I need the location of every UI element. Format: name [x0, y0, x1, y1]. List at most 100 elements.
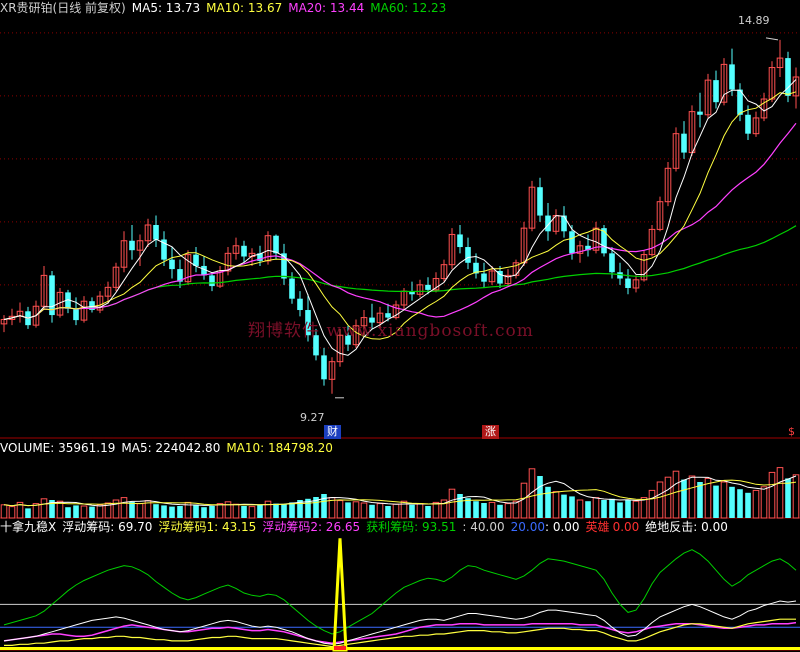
- volume-bar-down: [169, 506, 175, 518]
- volume-bar-down: [209, 506, 215, 518]
- candle-body-down: [569, 231, 575, 254]
- candle-body-down: [153, 225, 159, 240]
- volume-bar-down: [785, 478, 791, 518]
- volume-bar-up: [136, 503, 144, 519]
- rise-marker[interactable]: 涨: [482, 425, 499, 439]
- hero-label: 英雄: [585, 520, 610, 534]
- volume-bar-up: [520, 482, 528, 519]
- volume-bar-down: [129, 501, 135, 518]
- candle-body-down: [561, 215, 567, 232]
- candle-body-down: [697, 111, 703, 115]
- volume-bar-down: [481, 503, 487, 518]
- candle-body-down: [73, 308, 79, 321]
- volume-bar-up: [0, 504, 8, 519]
- ma10-value: MA10: 13.67: [206, 1, 283, 15]
- candle-body-down: [425, 284, 431, 290]
- volume-bar-up: [352, 501, 360, 519]
- volume-bar-up: [216, 503, 224, 519]
- candle-body-down: [713, 80, 719, 103]
- ma5-line: [3, 79, 797, 356]
- volume-bar-up: [120, 497, 128, 519]
- volume-bar-up: [336, 500, 344, 519]
- candle-body-down: [321, 355, 327, 380]
- volume-bar-down: [65, 507, 71, 518]
- volume-bar-up: [752, 489, 760, 519]
- indicator-name: 十拿九稳X: [0, 520, 57, 534]
- volume-bar-up: [112, 499, 120, 519]
- volume-bar-up: [776, 467, 784, 519]
- level-40-value: : 40.00: [462, 520, 505, 534]
- volume-bar-up: [232, 503, 240, 519]
- stock-title: XR贵研铂(日线 前复权): [0, 1, 126, 15]
- volume-value: VOLUME: 35961.19: [0, 441, 116, 455]
- candle-body-down: [625, 278, 631, 288]
- spike-signal: [332, 538, 348, 652]
- hero-value: 0.00: [612, 520, 640, 534]
- volume-bar-down: [737, 489, 743, 518]
- level-20-label: 20.00: [510, 520, 545, 534]
- volume-bar-down: [537, 476, 543, 518]
- candle-body-down: [465, 247, 471, 263]
- volume-bar-up: [720, 481, 728, 519]
- volume-bar-up: [264, 500, 272, 519]
- volume-bar-up: [552, 491, 560, 519]
- volume-bar-up: [416, 503, 424, 519]
- low-price-label: 9.27: [300, 411, 325, 424]
- candle-body-down: [241, 245, 247, 257]
- volume-bar-up: [432, 501, 440, 519]
- volume-bar-down: [385, 506, 391, 518]
- volume-bar-up: [504, 503, 512, 519]
- baseline-band: [0, 647, 800, 650]
- volume-bar-down: [281, 504, 287, 518]
- volume-bar-down: [289, 502, 295, 518]
- candle-body-down: [193, 254, 199, 266]
- floating-chips: 浮动筹码: 69.70: [62, 520, 153, 534]
- candle-body-down: [745, 114, 751, 134]
- volume-bar-down: [625, 500, 631, 518]
- ma20-value: MA20: 13.44: [288, 1, 365, 15]
- volume-bar-up: [656, 481, 664, 519]
- volume-bar-up: [488, 501, 496, 519]
- volume-bar-up: [376, 503, 384, 519]
- volume-bar-down: [425, 506, 431, 518]
- dollar-marker[interactable]: $: [785, 425, 798, 439]
- volume-ma5: MA5: 224042.80: [121, 441, 221, 455]
- high-price-pointer: [765, 37, 779, 41]
- volume-bar-up: [648, 489, 656, 519]
- candle-body-down: [129, 240, 135, 251]
- volume-bar-down: [273, 503, 279, 518]
- volume-bar-down: [161, 505, 167, 518]
- indicator-header: 十拿九稳X 浮动筹码: 69.70 浮动筹码1: 43.15 浮动筹码2: 26.65…: [0, 519, 734, 535]
- volume-bar-down: [545, 486, 551, 518]
- stock-chart-window: XR贵研铂(日线 前复权) MA5: 13.73 MA10: 13.67 MA20: …: [0, 0, 800, 652]
- volume-bar-down: [697, 482, 703, 518]
- volume-bar-down: [177, 506, 183, 518]
- volume-bar-up: [96, 504, 104, 519]
- volume-ma10: MA10: 184798.20: [226, 441, 333, 455]
- candle-body-down: [297, 298, 303, 311]
- finance-marker[interactable]: 财: [324, 425, 341, 439]
- volume-bar-down: [153, 504, 159, 518]
- rebound-value: 绝地反击: 0.00: [645, 520, 728, 534]
- candle-body-down: [169, 259, 175, 270]
- volume-bar-up: [576, 499, 584, 519]
- volume-bar-up: [512, 500, 520, 519]
- volume-bar-down: [257, 504, 263, 518]
- volume-ma10-line: [3, 479, 797, 507]
- floating-chips-line: [3, 549, 797, 635]
- candle-body-down: [609, 253, 615, 273]
- candle-body-down: [681, 133, 687, 153]
- volume-bar-down: [745, 492, 751, 518]
- candle-body-down: [209, 275, 215, 287]
- volume-bar-up: [640, 497, 648, 519]
- volume-bar-down: [617, 502, 623, 518]
- volume-bar-up: [40, 498, 48, 519]
- volume-bar-down: [561, 494, 567, 518]
- volume-bar-down: [465, 498, 471, 518]
- volume-bar-down: [601, 500, 607, 518]
- volume-bar-down: [497, 504, 503, 518]
- volume-bar-up: [672, 470, 680, 519]
- volume-bar-down: [729, 486, 735, 518]
- ma60-value: MA60: 12.23: [370, 1, 447, 15]
- volume-bar-down: [681, 479, 687, 518]
